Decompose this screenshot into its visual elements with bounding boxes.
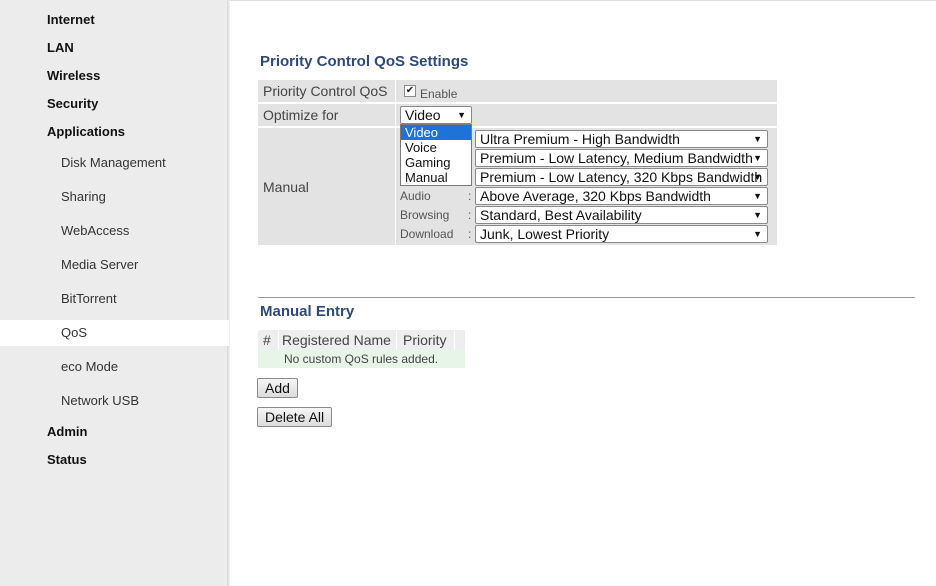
sidebar-item-wireless[interactable]: Wireless [47,68,100,83]
chevron-down-icon: ▼ [457,110,466,120]
manual-select-audio-value: Above Average, 320 Kbps Bandwidth [480,188,711,204]
sidebar-selected-highlight [0,320,229,346]
dropdown-option-video[interactable]: Video [401,125,471,140]
enable-checkbox[interactable]: ✔ [404,85,416,97]
chevron-down-icon: ▼ [753,229,762,239]
dropdown-option-manual[interactable]: Manual [401,170,471,185]
sidebar-item-applications[interactable]: Applications [47,124,125,139]
separator: : [468,227,472,241]
sidebar-item-disk-management[interactable]: Disk Management [61,155,166,170]
manual-select-2-value: Premium - Low Latency, Medium Bandwidth [480,150,753,166]
chevron-down-icon: ▼ [753,191,762,201]
column-header-priority: Priority [397,330,454,350]
sidebar-item-status[interactable]: Status [47,452,87,467]
chevron-down-icon: ▼ [753,172,762,182]
empty-rules-row: No custom QoS rules added. [258,350,465,368]
optimize-select[interactable]: Video ▼ [400,106,472,124]
sidebar-item-network-usb[interactable]: Network USB [61,393,139,408]
manual-label: Manual [263,179,309,195]
sidebar-item-internet[interactable]: Internet [47,12,95,27]
manual-row-label-browsing: Browsing [400,208,450,222]
manual-entry-title: Manual Entry [260,303,355,320]
separator: : [468,189,472,203]
add-button[interactable]: Add [257,378,298,398]
column-header-registered-name: Registered Name [279,330,396,350]
chevron-down-icon: ▼ [753,153,762,163]
enable-label: Enable [420,87,458,101]
sidebar-item-qos[interactable]: QoS [61,325,87,340]
sidebar-item-sharing[interactable]: Sharing [61,189,106,204]
manual-select-3-value: Premium - Low Latency, 320 Kbps Bandwidt… [480,169,763,185]
sidebar-item-admin[interactable]: Admin [47,424,87,439]
manual-select-download[interactable]: Junk, Lowest Priority ▼ [475,225,768,243]
top-border [230,0,936,1]
manual-select-download-value: Junk, Lowest Priority [480,226,610,242]
manual-select-1-value: Ultra Premium - High Bandwidth [480,131,680,147]
manual-select-2[interactable]: Premium - Low Latency, Medium Bandwidth … [475,149,768,167]
manual-select-browsing-value: Standard, Best Availability [480,207,642,223]
optimize-label: Optimize for [263,107,339,123]
dropdown-option-voice[interactable]: Voice [401,140,471,155]
manual-select-3[interactable]: Premium - Low Latency, 320 Kbps Bandwidt… [475,168,768,186]
chevron-down-icon: ▼ [753,134,762,144]
sidebar-divider [227,0,230,586]
section-divider [258,297,915,298]
dropdown-option-gaming[interactable]: Gaming [401,155,471,170]
sidebar-item-security[interactable]: Security [47,96,98,111]
sidebar-item-bittorrent[interactable]: BitTorrent [61,291,117,306]
manual-select-1[interactable]: Ultra Premium - High Bandwidth ▼ [475,130,768,148]
optimize-dropdown-list: Video Voice Gaming Manual [400,124,472,186]
priority-control-label: Priority Control QoS [263,83,388,99]
column-header-spacer [455,330,465,350]
optimize-select-value: Video [405,107,441,123]
qos-settings-title: Priority Control QoS Settings [260,53,469,70]
chevron-down-icon: ▼ [753,210,762,220]
separator: : [468,208,472,222]
column-header-number: # [258,330,278,350]
manual-row-label-audio: Audio [400,189,431,203]
sidebar-item-webaccess[interactable]: WebAccess [61,223,129,238]
sidebar-item-eco-mode[interactable]: eco Mode [61,359,118,374]
sidebar-item-media-server[interactable]: Media Server [61,257,138,272]
manual-select-browsing[interactable]: Standard, Best Availability ▼ [475,206,768,224]
delete-all-button[interactable]: Delete All [257,407,333,427]
sidebar-item-lan[interactable]: LAN [47,40,74,55]
manual-row-label-download: Download [400,227,454,241]
manual-select-audio[interactable]: Above Average, 320 Kbps Bandwidth ▼ [475,187,768,205]
